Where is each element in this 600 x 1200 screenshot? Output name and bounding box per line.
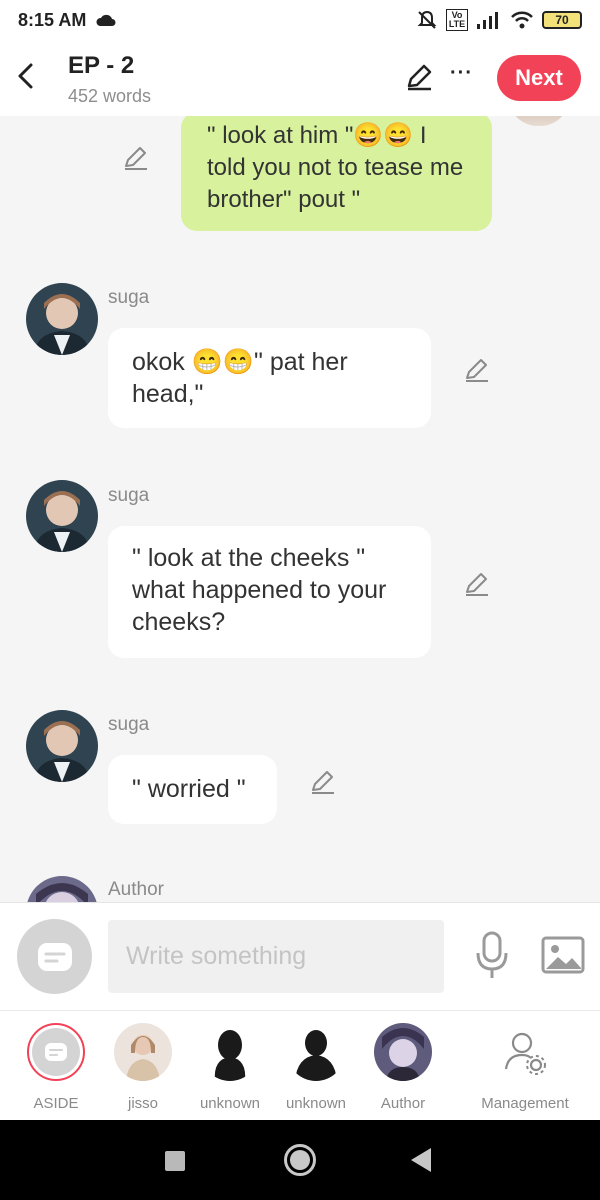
volte-badge: Vo LTE [446, 9, 468, 31]
episode-title[interactable]: EP - 2 [68, 52, 134, 80]
character-label: ASIDE [33, 1095, 79, 1112]
character-unknown-1[interactable]: unknown [185, 1023, 275, 1112]
input-bar [0, 902, 600, 1010]
aside-avatar [27, 1023, 85, 1081]
chat-bubble-icon [45, 1043, 67, 1061]
character-aside[interactable]: ASIDE [11, 1023, 101, 1112]
microphone-icon[interactable] [474, 931, 510, 981]
pencil-icon[interactable] [122, 144, 150, 172]
management-button[interactable]: Management [470, 1023, 580, 1112]
word-count: 452 words [68, 86, 152, 106]
back-icon[interactable] [14, 62, 38, 90]
message-bubble[interactable]: " worried " [108, 755, 277, 824]
silhouette-avatar [201, 1023, 259, 1081]
message-bubble[interactable]: okok 😁😁" pat her head," [108, 328, 431, 428]
system-nav-bar [0, 1120, 600, 1200]
silhouette-avatar [287, 1023, 345, 1081]
wifi-icon [511, 11, 533, 29]
character-jisso[interactable]: jisso [98, 1023, 188, 1112]
avatar[interactable] [26, 480, 98, 552]
status-bar: 8:15 AM Vo LTE 70 [0, 0, 600, 40]
status-icons: Vo LTE 70 [416, 9, 582, 31]
aside-toggle-button[interactable] [17, 919, 92, 994]
pencil-icon[interactable] [404, 62, 434, 92]
pencil-icon[interactable] [463, 356, 491, 384]
sender-name: suga [108, 485, 150, 506]
avatar[interactable] [26, 283, 98, 355]
character-label: unknown [199, 1095, 261, 1112]
message-bubble-outgoing[interactable]: " look at him "😄😄 I told you not to teas… [181, 116, 492, 231]
message-bubble[interactable]: " look at the cheeks " what happened to … [108, 526, 431, 658]
management-label: Management [481, 1095, 569, 1112]
character-bar: ASIDE jisso unknown unknown Author Manag… [0, 1010, 600, 1120]
avatar[interactable] [26, 876, 98, 902]
status-time: 8:15 AM [18, 9, 87, 30]
avatar [508, 116, 570, 126]
editor-header: EP - 2 452 words ··· Next [0, 40, 600, 116]
character-label: Author [380, 1095, 426, 1112]
pencil-icon[interactable] [309, 768, 337, 796]
back-triangle-icon[interactable] [411, 1148, 431, 1172]
avatar[interactable] [26, 710, 98, 782]
image-icon[interactable] [541, 935, 585, 975]
chat-area[interactable]: " look at him "😄😄 I told you not to teas… [0, 116, 600, 902]
character-label: unknown [285, 1095, 347, 1112]
sender-name: suga [108, 714, 150, 735]
home-icon [290, 1150, 310, 1170]
character-author[interactable]: Author [358, 1023, 448, 1112]
next-button[interactable]: Next [497, 55, 581, 101]
battery-indicator: 70 [542, 11, 582, 29]
mute-bell-icon [417, 10, 437, 29]
message-input[interactable] [108, 920, 444, 993]
pencil-icon[interactable] [463, 570, 491, 598]
signal-icon [477, 12, 498, 29]
character-unknown-2[interactable]: unknown [271, 1023, 361, 1112]
avatar [374, 1023, 432, 1081]
management-icon [496, 1023, 554, 1081]
sender-name: suga [108, 287, 150, 308]
character-label: jisso [127, 1095, 158, 1112]
more-icon[interactable]: ··· [450, 62, 476, 84]
chat-bubble-icon [37, 942, 72, 971]
sender-name: Author [108, 879, 164, 900]
avatar [114, 1023, 172, 1081]
recents-button[interactable] [165, 1151, 185, 1171]
cloud-icon [96, 14, 116, 26]
home-button[interactable] [284, 1144, 316, 1176]
